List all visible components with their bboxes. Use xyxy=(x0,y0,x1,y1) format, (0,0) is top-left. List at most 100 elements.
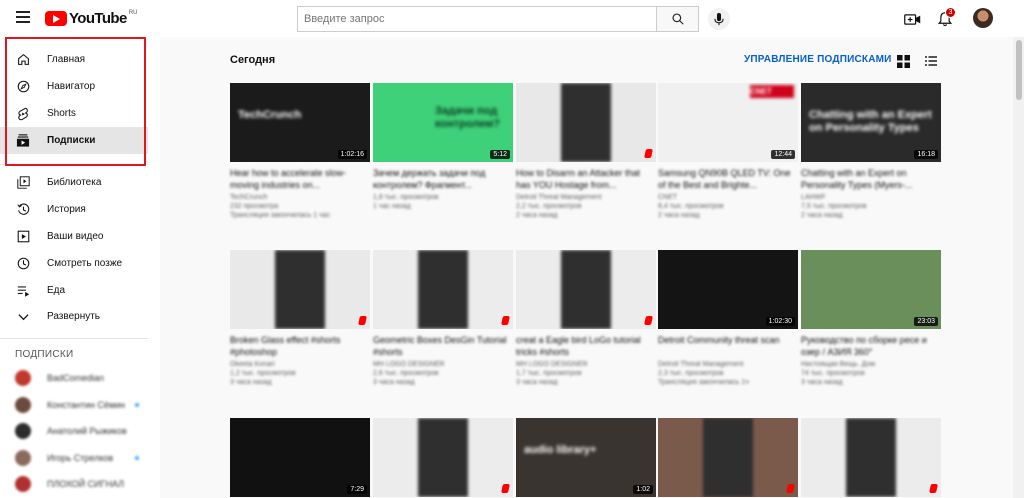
channel-name[interactable]: Detroit Threat Management xyxy=(516,194,656,201)
sidebar-item-label: Развернуть xyxy=(47,311,101,322)
video-thumbnail[interactable]: Chatting with an Expert on Personality T… xyxy=(801,83,941,162)
sidebar-subscription[interactable]: Игорь Стрелков xyxy=(0,445,148,471)
video-thumbnail[interactable]: audio library+ 1:02 xyxy=(516,418,656,497)
upload-time: 3 часа назад xyxy=(801,379,843,386)
video-title[interactable]: Руководство по сборке ресе и озер / A3ИЯ… xyxy=(801,334,941,358)
video-thumbnail[interactable] xyxy=(373,418,513,497)
video-title[interactable]: How to Disarm an Attacker that has YOU H… xyxy=(516,167,656,191)
video-title[interactable]: Chatting with an Expert on Personality T… xyxy=(801,167,941,191)
channel-name[interactable]: Okeeta Konari xyxy=(230,361,370,368)
sidebar-subscription[interactable]: Константин Сёмин xyxy=(0,392,148,418)
video-thumbnail[interactable] xyxy=(516,250,656,329)
scrollbar-track[interactable] xyxy=(1013,37,1024,498)
youtube-logo-icon xyxy=(45,11,67,26)
sidebar-item-label: Ваши видео xyxy=(47,231,104,242)
list-view-icon[interactable] xyxy=(925,56,937,66)
menu-icon[interactable] xyxy=(16,11,30,23)
video-thumbnail[interactable] xyxy=(801,418,941,497)
voice-search-button[interactable] xyxy=(708,8,730,30)
video-card[interactable]: CNET 12:44 Samsung QN90B QLED TV: One of t… xyxy=(658,83,798,219)
video-thumbnail[interactable] xyxy=(230,250,370,329)
video-card[interactable] xyxy=(373,418,513,497)
notification-count-badge: 3 xyxy=(945,7,956,18)
channel-name[interactable]: CNET xyxy=(658,194,798,201)
grid-view-icon[interactable] xyxy=(897,55,910,68)
video-card[interactable]: 23:03 Руководство по сборке ресе и озер /… xyxy=(801,250,941,386)
video-meta: Chatting with an Expert on Personality T… xyxy=(801,167,941,219)
upload-time: 2 часа назад xyxy=(516,212,558,219)
video-title[interactable]: creat a Eagle bird LoGo tutorial tricks … xyxy=(516,334,656,358)
sidebar-item-history[interactable]: История xyxy=(0,196,148,223)
video-camera-plus-icon xyxy=(903,13,920,25)
view-count: 8,4 тыс. просмотров xyxy=(658,203,724,210)
account-avatar[interactable] xyxy=(973,8,993,28)
channel-name[interactable]: Detroit Threat Management xyxy=(658,361,798,368)
masthead: YouTube RU 3 xyxy=(0,0,1024,37)
video-title[interactable]: Зачем держать задачи под контролем? Фраг… xyxy=(373,167,513,191)
channel-avatar xyxy=(15,397,31,413)
video-thumbnail[interactable] xyxy=(516,83,656,162)
upload-time: 2 часа назад xyxy=(801,212,843,219)
video-meta: Зачем держать задачи под контролем? Фраг… xyxy=(373,167,513,210)
channel-name[interactable]: TechCrunch xyxy=(230,194,370,201)
search-button[interactable] xyxy=(656,6,699,32)
channel-name: BadComedian xyxy=(47,373,105,383)
sidebar-item-watch-later[interactable]: Смотреть позже xyxy=(0,250,148,277)
video-card[interactable]: audio library+ 1:02 xyxy=(516,418,656,497)
sidebar-item-library[interactable]: Библиотека xyxy=(0,169,148,196)
channel-name[interactable]: MH LOGO DESIGNER xyxy=(516,361,656,368)
video-thumbnail[interactable]: TechCrunch 1:02:16 xyxy=(230,83,370,162)
sidebar-subscription[interactable]: BadComedian xyxy=(0,365,148,391)
sidebar-subscription[interactable]: ПЛОХОЙ СИГНАЛ xyxy=(0,471,148,497)
video-card[interactable]: How to Disarm an Attacker that has YOU H… xyxy=(516,83,656,219)
video-card[interactable]: 7:29 xyxy=(230,418,370,497)
view-count: 1,7 тыс. просмотров xyxy=(516,370,582,377)
channel-name[interactable]: MH LOGO DESIGNER xyxy=(373,361,513,368)
sidebar-divider xyxy=(0,338,148,339)
video-thumbnail[interactable]: 7:29 xyxy=(230,418,370,497)
notifications-button[interactable]: 3 xyxy=(935,7,956,29)
video-card[interactable]: creat a Eagle bird LoGo tutorial tricks … xyxy=(516,250,656,386)
create-button[interactable] xyxy=(902,9,922,29)
sidebar-item-expand[interactable]: Развернуть xyxy=(0,303,148,330)
video-thumbnail[interactable]: 23:03 xyxy=(801,250,941,329)
channel-name: Константин Сёмин xyxy=(47,400,126,410)
video-thumbnail[interactable]: 1:02:30 xyxy=(658,250,798,329)
video-title[interactable]: Samsung QN90B QLED TV: One of the Best a… xyxy=(658,167,798,191)
channel-avatar xyxy=(15,476,31,492)
sidebar-item-playlist[interactable]: Еда xyxy=(0,277,148,304)
sidebar-item-your-videos[interactable]: Ваши видео xyxy=(0,223,148,250)
scrollbar-thumb[interactable] xyxy=(1016,40,1022,100)
video-title[interactable]: Hear how to accelerate slow-moving indus… xyxy=(230,167,370,191)
video-title[interactable]: Geometric Boxes DesGin Tutorial #shorts xyxy=(373,334,513,358)
video-duration: 1:02:16 xyxy=(337,150,367,159)
video-thumbnail[interactable] xyxy=(373,250,513,329)
video-card[interactable]: Chatting with an Expert on Personality T… xyxy=(801,83,941,219)
video-card[interactable]: TechCrunch 1:02:16 Hear how to accelerate … xyxy=(230,83,370,219)
channel-name[interactable]: Настоящая Вещь. Дом xyxy=(801,361,941,368)
playlist-icon xyxy=(16,284,30,298)
youtube-logo[interactable]: YouTube RU xyxy=(45,10,137,27)
channel-name: Анатолий Рыжиков xyxy=(47,426,127,436)
chevron-down-icon xyxy=(16,310,30,324)
video-card[interactable]: 1:02:30 Detroit Community threat scan Detr… xyxy=(658,250,798,386)
upload-time: 1 час назад xyxy=(373,203,411,210)
video-card[interactable] xyxy=(658,418,798,497)
manage-subscriptions-link[interactable]: УПРАВЛЕНИЕ ПОДПИСКАМИ xyxy=(744,54,892,65)
video-title[interactable]: Broken Glass effect #shorts #photoshop xyxy=(230,334,370,358)
video-meta: creat a Eagle bird LoGo tutorial tricks … xyxy=(516,334,656,386)
annotation-highlight-box xyxy=(5,37,146,166)
video-title[interactable]: Detroit Community threat scan xyxy=(658,334,798,358)
video-card[interactable]: Задачи под контролем? 5:12 Зачем держать з… xyxy=(373,83,513,210)
video-card[interactable]: Geometric Boxes DesGin Tutorial #shorts M… xyxy=(373,250,513,386)
video-card[interactable] xyxy=(801,418,941,497)
video-thumbnail[interactable]: CNET 12:44 xyxy=(658,83,798,162)
video-card[interactable]: Broken Glass effect #shorts #photoshop Ok… xyxy=(230,250,370,386)
view-count: 7,5 тыс. просмотров xyxy=(801,203,867,210)
sidebar-subscription[interactable]: Анатолий Рыжиков xyxy=(0,418,148,444)
video-thumbnail[interactable] xyxy=(658,418,798,497)
channel-name[interactable]: LAHWF xyxy=(801,194,941,201)
sidebar-item-label: История xyxy=(47,204,86,215)
video-thumbnail[interactable]: Задачи под контролем? 5:12 xyxy=(373,83,513,162)
search-input[interactable] xyxy=(297,6,656,32)
